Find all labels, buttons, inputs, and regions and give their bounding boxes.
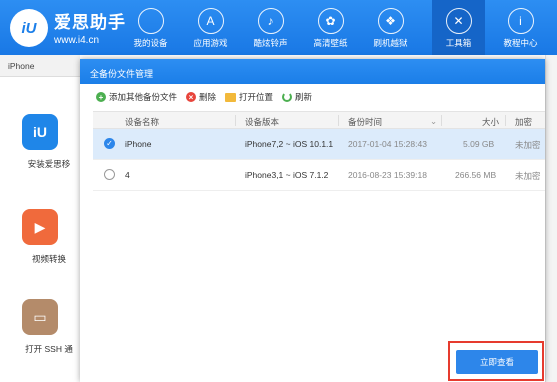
cell-backup-time: 2017-01-04 15:28:43 [348, 139, 427, 149]
cell-size: 266.56 MB [455, 170, 497, 180]
refresh-button[interactable]: 刷新 [282, 91, 312, 103]
nav-label: 应用游戏 [193, 38, 228, 48]
nav-label: 高清壁纸 [313, 38, 348, 48]
app-name: 安装爱思移 [27, 159, 71, 169]
nav-label: 酷炫铃声 [253, 38, 288, 48]
col-size[interactable]: 大小 [482, 116, 499, 128]
column-divider[interactable] [338, 115, 339, 126]
backup-table: 设备名称 设备版本 备份时间 ⌄ 大小 加密 ✓ iPhone iPhone7,… [93, 111, 545, 191]
radio-unchecked-icon[interactable] [104, 169, 115, 180]
app-video-convert[interactable]: ▶ 视频转换 [0, 209, 80, 265]
backup-manager-dialog: 全备份文件管理 + 添加其他备份文件 × 删除 打开位置 刷新 设备名称 设备版… [80, 59, 545, 382]
toolbox-app-list: iU 安装爱思移 ▶ 视频转换 ▭ 打开 SSH 通 [0, 77, 80, 382]
nav-label: 工具箱 [445, 38, 472, 48]
apple-icon [137, 8, 164, 34]
folder-icon [225, 92, 237, 102]
table-header: 设备名称 设备版本 备份时间 ⌄ 大小 加密 [93, 111, 545, 129]
dropbox-icon: ❖ [377, 8, 404, 34]
info-icon: i [507, 8, 534, 34]
app-install-i4[interactable]: iU 安装爱思移 [0, 114, 80, 170]
nav-label: 我的设备 [133, 38, 168, 48]
col-encrypt[interactable]: 加密 [515, 116, 532, 128]
top-bar: iU 爱思助手 www.i4.cn 我的设备 A 应用游戏 ♪ 酷炫铃声 ✿ 高… [0, 0, 557, 55]
device-tab[interactable]: iPhone [8, 61, 34, 71]
view-now-button[interactable]: 立即查看 [456, 350, 538, 374]
brand-url: www.i4.cn [54, 35, 100, 46]
background-scroll-edge [545, 55, 557, 382]
cell-device-version: iPhone3,1 ~ iOS 7.1.2 [245, 170, 329, 180]
nav-flash-jailbreak[interactable]: ❖ 刷机越狱 [364, 0, 417, 55]
column-divider[interactable] [441, 115, 442, 126]
nav-tutorials[interactable]: i 教程中心 [494, 0, 547, 55]
i4-app-icon: iU [22, 114, 58, 150]
delete-label: 删除 [199, 92, 217, 102]
flower-icon: ✿ [317, 8, 344, 34]
ssh-terminal-icon: ▭ [22, 299, 58, 335]
nav-toolbox[interactable]: ✕ 工具箱 [432, 0, 485, 55]
table-row[interactable]: ✓ iPhone iPhone7,2 ~ iOS 10.1.1 2017-01-… [93, 129, 545, 160]
cell-encrypt: 未加密 [515, 140, 541, 150]
cell-size: 5.09 GB [463, 139, 495, 149]
nav-apps-games[interactable]: A 应用游戏 [184, 0, 237, 55]
radio-checked-icon[interactable]: ✓ [104, 138, 115, 149]
brand: 爱思助手 www.i4.cn [54, 8, 126, 46]
i4-logo-icon: iU [10, 9, 48, 47]
delete-button[interactable]: × 删除 [186, 91, 216, 103]
brand-name: 爱思助手 [54, 13, 126, 32]
add-backup-label: 添加其他备份文件 [109, 92, 178, 102]
col-backup-time[interactable]: 备份时间 [348, 116, 382, 128]
bell-icon: ♪ [257, 8, 284, 34]
video-convert-icon: ▶ [22, 209, 58, 245]
cell-device-version: iPhone7,2 ~ iOS 10.1.1 [245, 139, 334, 149]
refresh-icon [282, 92, 293, 102]
open-location-button[interactable]: 打开位置 [225, 91, 273, 103]
nav-label: 教程中心 [503, 38, 538, 48]
appstore-icon: A [197, 8, 224, 34]
app-open-ssh[interactable]: ▭ 打开 SSH 通 [0, 299, 80, 355]
app-name: 视频转换 [31, 254, 66, 264]
dialog-toolbar: + 添加其他备份文件 × 删除 打开位置 刷新 [96, 91, 312, 103]
sort-chevron-icon[interactable]: ⌄ [430, 116, 437, 127]
nav-my-device[interactable]: 我的设备 [124, 0, 177, 55]
add-backup-button[interactable]: + 添加其他备份文件 [96, 91, 177, 103]
view-button-highlight: 立即查看 [448, 341, 544, 381]
nav-label: 刷机越狱 [373, 38, 408, 48]
col-device-version[interactable]: 设备版本 [245, 116, 279, 128]
delete-icon: × [186, 92, 197, 102]
cell-encrypt: 未加密 [515, 171, 541, 181]
nav-ringtones[interactable]: ♪ 酷炫铃声 [244, 0, 297, 55]
cell-backup-time: 2016-08-23 15:39:18 [348, 170, 427, 180]
device-tab-strip: iPhone [0, 55, 80, 77]
plus-icon: + [96, 92, 106, 102]
cell-device-name: 4 [125, 170, 130, 180]
column-divider[interactable] [505, 115, 506, 126]
table-row[interactable]: 4 iPhone3,1 ~ iOS 7.1.2 2016-08-23 15:39… [93, 160, 545, 191]
dialog-title: 全备份文件管理 [80, 59, 545, 84]
nav-wallpapers[interactable]: ✿ 高清壁纸 [304, 0, 357, 55]
app-name: 打开 SSH 通 [25, 344, 73, 354]
col-device-name[interactable]: 设备名称 [125, 116, 159, 128]
refresh-label: 刷新 [295, 92, 313, 102]
cell-device-name: iPhone [125, 139, 152, 149]
open-location-label: 打开位置 [239, 92, 274, 102]
tools-icon: ✕ [445, 8, 472, 34]
column-divider[interactable] [235, 115, 236, 126]
